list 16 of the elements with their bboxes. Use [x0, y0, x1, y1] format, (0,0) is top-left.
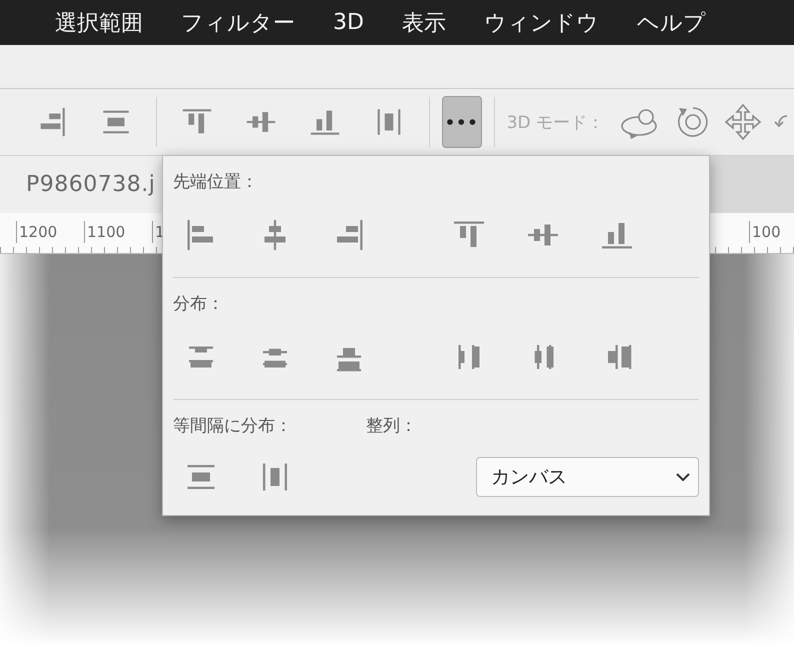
menu-item[interactable]: 選択範囲 [55, 8, 143, 38]
section-title: 等間隔に分布： [173, 415, 292, 437]
ruler-label: 1100 [84, 221, 152, 243]
align-to-dropdown[interactable]: カンバス [476, 457, 699, 497]
menu-item[interactable]: ウィンドウ [484, 8, 599, 38]
3d-mode-label: 3D モード： [506, 112, 604, 134]
menu-item[interactable]: 表示 [402, 8, 446, 38]
section-title: 分布： [173, 293, 225, 315]
section-title: 先端位置： [173, 171, 259, 193]
section-title: 整列： [366, 415, 417, 437]
ruler-label: 100 [749, 221, 794, 243]
menu-item[interactable]: フィルター [181, 8, 295, 38]
menu-item[interactable]: 3D [333, 10, 364, 35]
more-button[interactable]: ••• [442, 96, 482, 148]
ruler-label: 1200 [16, 221, 84, 243]
menu-item[interactable]: ヘルプ [636, 8, 706, 38]
